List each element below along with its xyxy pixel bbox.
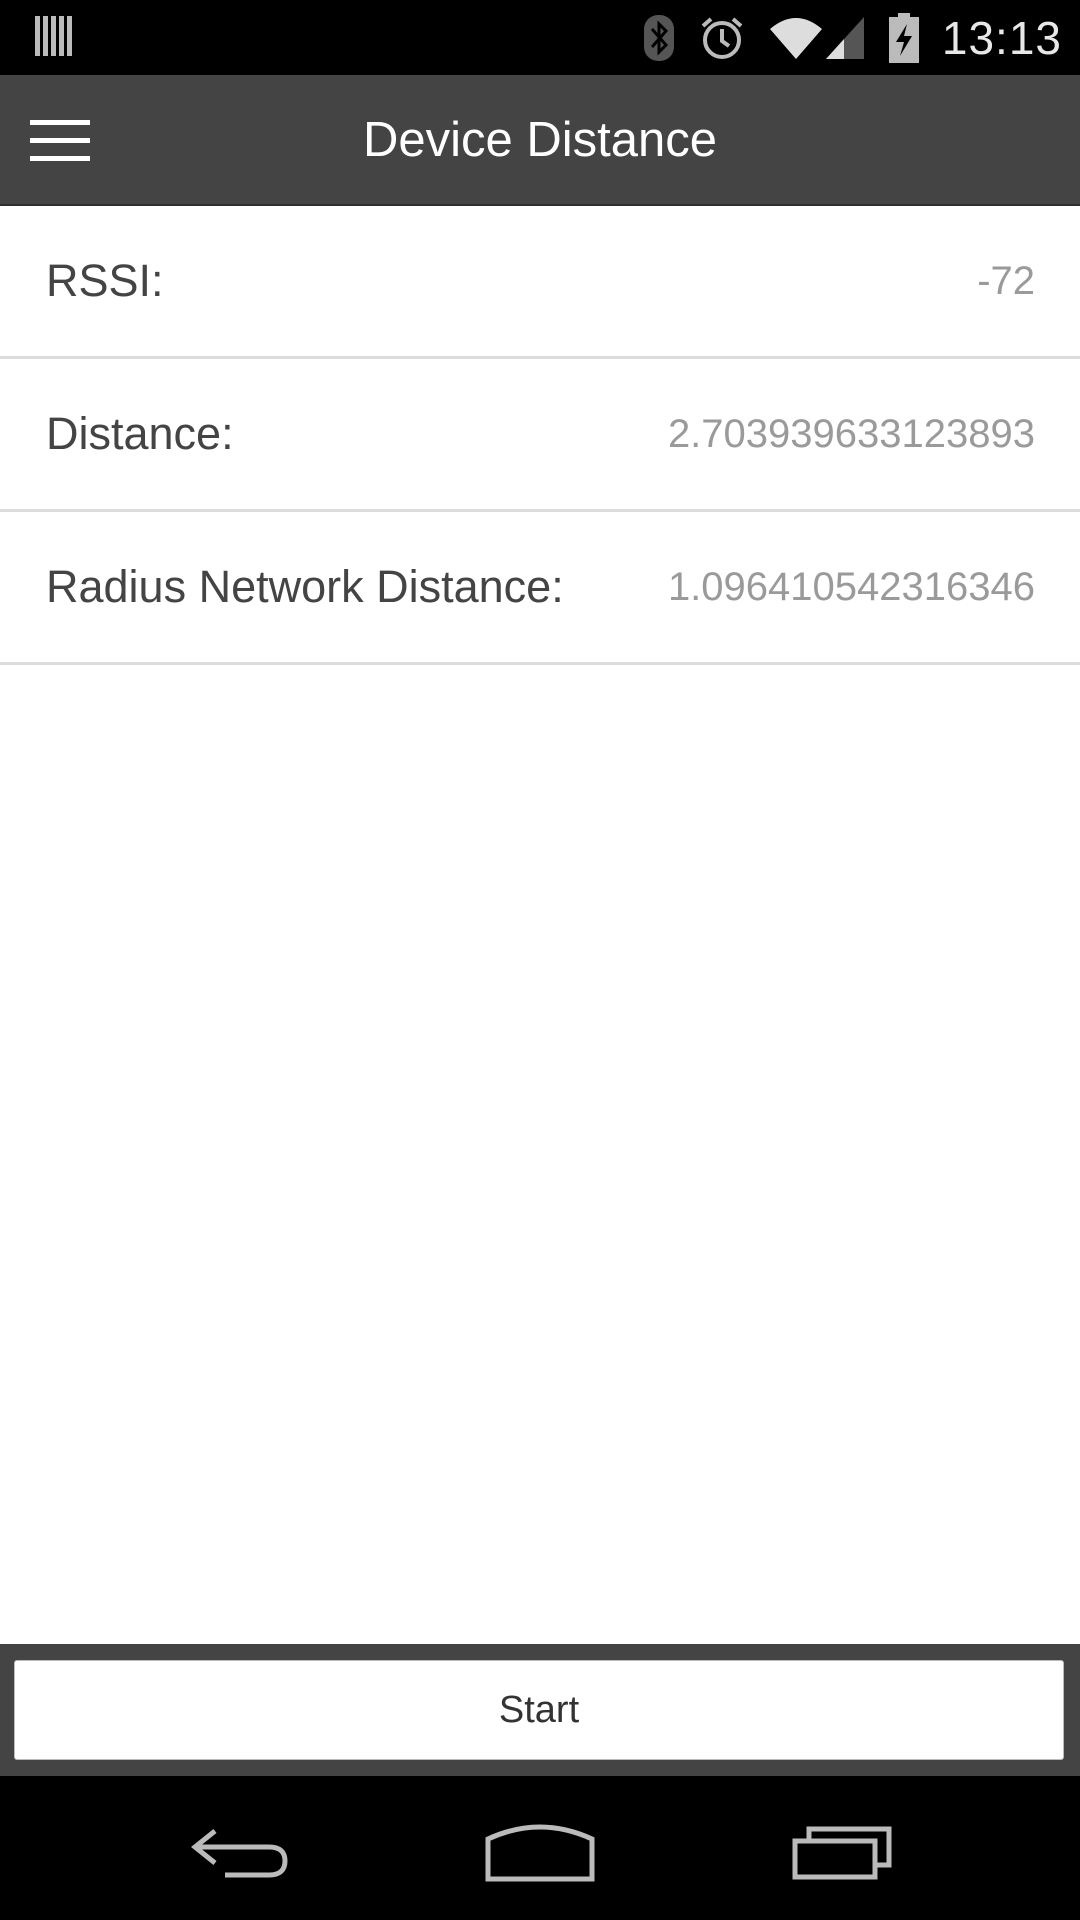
content-area: RSSI: -72 Distance: 2.703939633123893 Ra… <box>0 206 1080 1644</box>
notification-bars-icon <box>35 16 72 56</box>
cell-signal-icon <box>825 16 864 59</box>
distance-label: Distance: <box>46 408 234 459</box>
rssi-label: RSSI: <box>46 255 164 306</box>
system-nav-bar <box>0 1776 1080 1920</box>
app-bar: Device Distance <box>0 75 1080 206</box>
recent-apps-icon[interactable] <box>784 1816 904 1886</box>
wifi-icon <box>769 17 822 59</box>
page-title: Device Distance <box>362 113 718 167</box>
list-item: Distance: 2.703939633123893 <box>0 359 1080 512</box>
alarm-icon <box>701 16 743 59</box>
status-icons: 13:13 <box>642 0 1062 75</box>
list-item: Radius Network Distance: 1.0964105423163… <box>0 512 1080 665</box>
status-time: 13:13 <box>941 11 1062 64</box>
back-icon[interactable] <box>180 1816 300 1886</box>
bottom-action-bar: Start <box>0 1644 1080 1776</box>
home-icon[interactable] <box>480 1816 600 1886</box>
radius-network-distance-label: Radius Network Distance: <box>46 561 564 612</box>
list-item: RSSI: -72 <box>0 206 1080 359</box>
start-button[interactable]: Start <box>14 1660 1064 1760</box>
status-bar: 13:13 <box>0 0 1080 75</box>
radius-network-distance-value: 1.096410542316346 <box>667 564 1035 609</box>
distance-value: 2.703939633123893 <box>667 411 1035 456</box>
rssi-value: -72 <box>977 258 1035 303</box>
bluetooth-icon <box>643 14 674 61</box>
battery-charging-icon <box>888 12 919 63</box>
